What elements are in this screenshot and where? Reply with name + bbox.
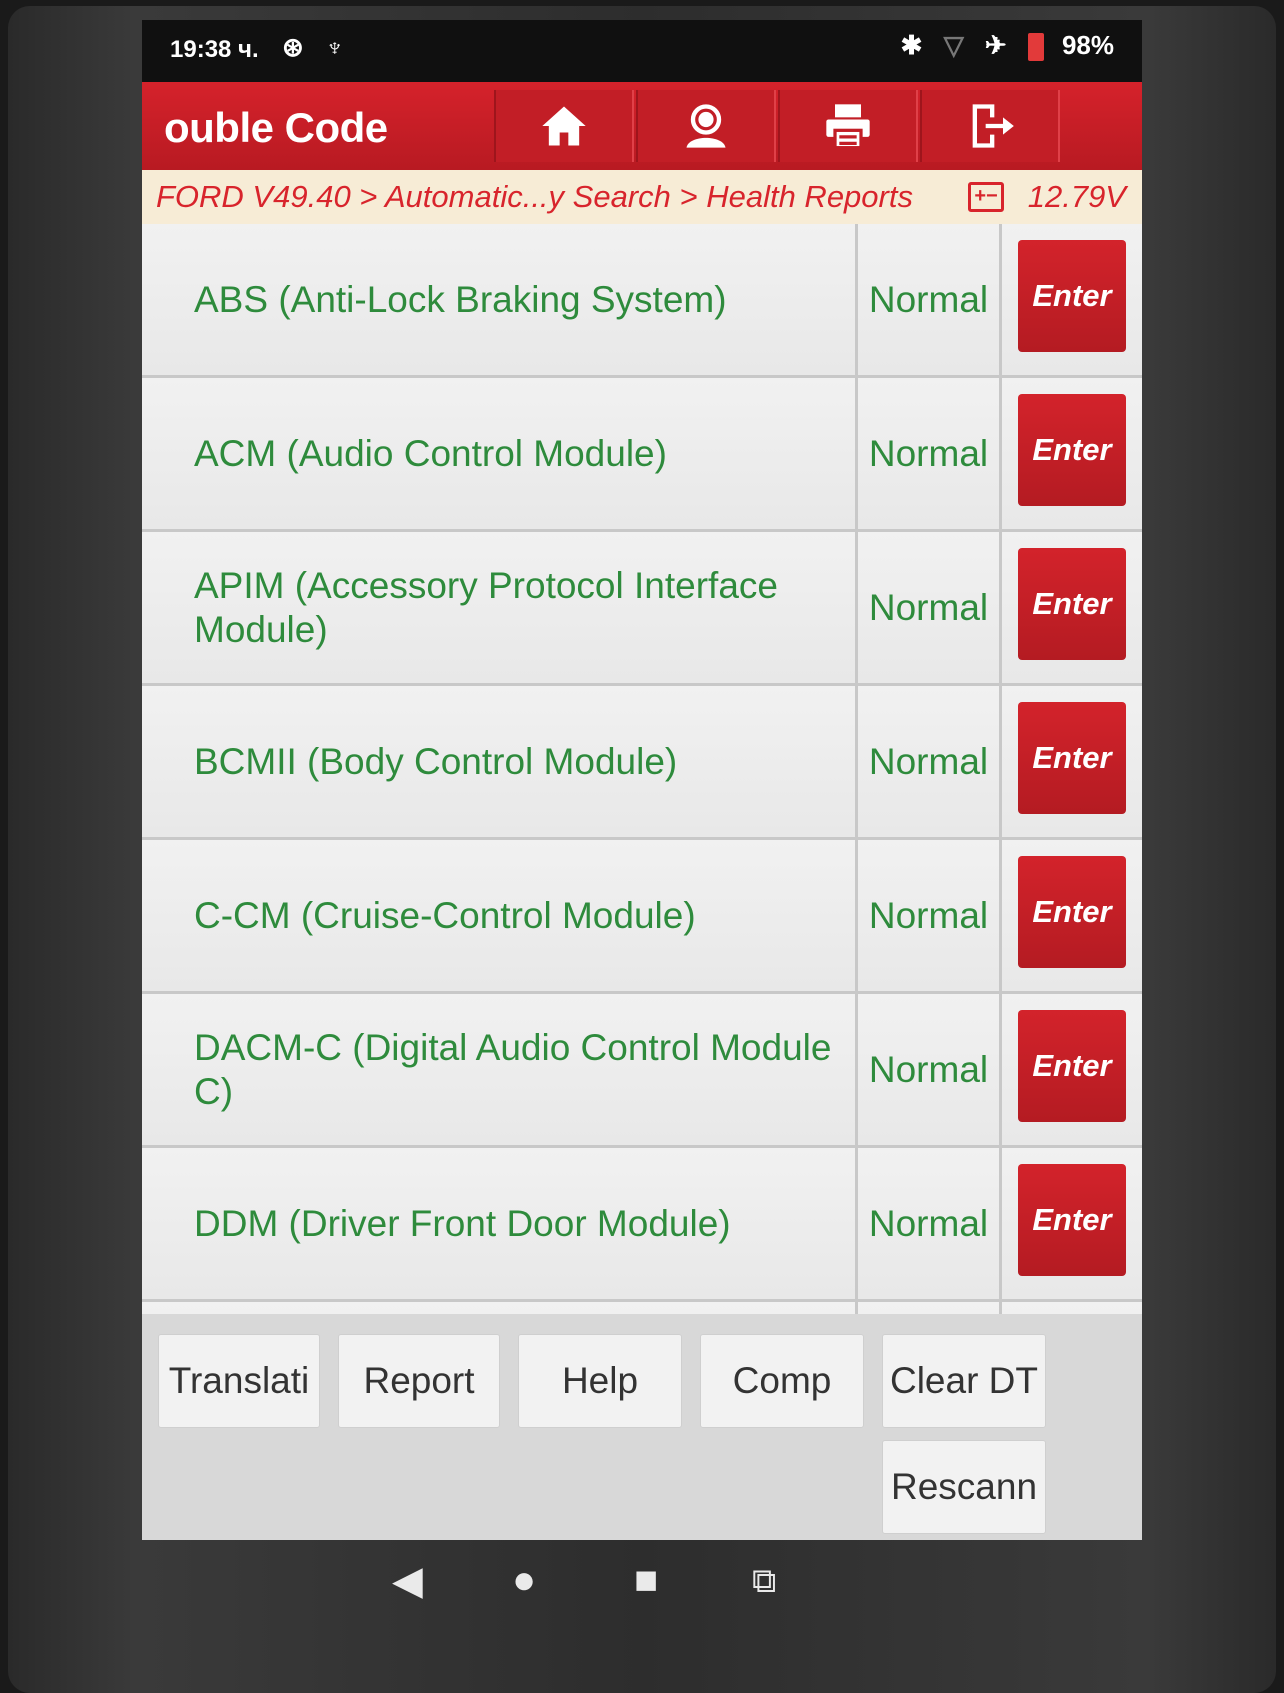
support-icon [686, 104, 726, 148]
screenshot-icon[interactable]: ⧉ [752, 1562, 776, 1601]
list-item: BCMII (Body Control Module) Normal Enter [142, 686, 1142, 840]
clear-dtc-button[interactable]: Clear DT [882, 1334, 1046, 1428]
enter-button[interactable]: Enter [1018, 856, 1126, 968]
battery-icon: +− [968, 182, 1004, 212]
print-button[interactable] [778, 90, 918, 162]
exit-button[interactable] [920, 90, 1060, 162]
list-item: ACM (Audio Control Module) Normal Enter [142, 378, 1142, 532]
module-name: APIM (Accessory Protocol Interface Modul… [142, 532, 858, 683]
enter-button[interactable]: Enter [1018, 548, 1126, 660]
breadcrumb-path: FORD V49.40 > Automatic...y Search > Hea… [156, 179, 913, 214]
module-name: C-CM (Cruise-Control Module) [142, 840, 858, 991]
module-status: Normal [858, 532, 1002, 683]
app-header: ouble Code [142, 82, 1142, 170]
enter-button[interactable]: Enter [1018, 1164, 1126, 1276]
status-right-icons: ✱ ▽ ✈ 98% [887, 30, 1114, 62]
module-name: DACM-C (Digital Audio Control Module C) [142, 994, 858, 1145]
module-name: ABS (Anti-Lock Braking System) [142, 224, 858, 375]
translate-button[interactable]: Translati [158, 1334, 320, 1428]
module-status: Normal [858, 994, 1002, 1145]
battery-status: 98% [1027, 30, 1114, 62]
list-item: C-CM (Cruise-Control Module) Normal Ente… [142, 840, 1142, 994]
module-status: Normal [858, 378, 1002, 529]
help-button[interactable]: Help [518, 1334, 682, 1428]
rescan-button[interactable]: Rescann [882, 1440, 1046, 1534]
print-icon [826, 104, 870, 150]
support-button[interactable] [636, 90, 776, 162]
alarm-icon: ⊛ [282, 32, 304, 62]
list-item: ABS (Anti-Lock Braking System) Normal En… [142, 224, 1142, 378]
list-item: APIM (Accessory Protocol Interface Modul… [142, 532, 1142, 686]
signal-icon: ▽ [943, 30, 964, 60]
module-name: DDM (Driver Front Door Module) [142, 1148, 858, 1299]
battery-level-icon [1027, 33, 1044, 62]
module-status: Normal [858, 686, 1002, 837]
enter-button[interactable]: Enter [1018, 394, 1126, 506]
module-status: Normal [858, 840, 1002, 991]
device-screen: 19:38 ч. ⊛ ♆ ✱ ▽ ✈ 98% ouble Code FORD V… [142, 20, 1142, 1540]
exit-icon [972, 104, 1014, 148]
enter-button[interactable]: Enter [1018, 1010, 1126, 1122]
stethoscope-icon: ♆ [325, 32, 345, 62]
airplane-icon: ✈ [984, 30, 1007, 60]
home-icon [542, 106, 586, 146]
battery-percent: 98% [1061, 30, 1114, 60]
module-status: Normal [858, 1148, 1002, 1299]
bottom-toolbar: Translati Report Help Comp Clear DT Resc… [142, 1314, 1142, 1540]
report-button[interactable]: Report [338, 1334, 500, 1428]
nav-home-button[interactable]: ● [512, 1558, 536, 1603]
compare-button[interactable]: Comp [700, 1334, 864, 1428]
module-name: ACM (Audio Control Module) [142, 378, 858, 529]
page-title: ouble Code [164, 104, 388, 151]
voltage-readout: 12.79V [1027, 179, 1126, 214]
back-button[interactable]: ◀ [392, 1558, 423, 1604]
bluetooth-icon: ✱ [900, 30, 923, 60]
home-button[interactable] [494, 90, 634, 162]
enter-button[interactable]: Enter [1018, 702, 1126, 814]
status-left-icons: ⊛ ♆ [282, 32, 359, 63]
status-time: 19:38 ч. [170, 36, 259, 63]
list-item: DACM-C (Digital Audio Control Module C) … [142, 994, 1142, 1148]
enter-button[interactable]: Enter [1018, 240, 1126, 352]
module-status: Normal [858, 224, 1002, 375]
module-list[interactable]: ABS (Anti-Lock Braking System) Normal En… [142, 224, 1142, 1332]
list-item: DDM (Driver Front Door Module) Normal En… [142, 1148, 1142, 1302]
breadcrumb: FORD V49.40 > Automatic...y Search > Hea… [142, 170, 1142, 224]
status-bar: 19:38 ч. ⊛ ♆ ✱ ▽ ✈ 98% [142, 20, 1142, 68]
recent-apps-button[interactable]: ■ [634, 1558, 658, 1603]
navigation-bar: ◀ ● ■ ⧉ [142, 1540, 1142, 1630]
module-name: BCMII (Body Control Module) [142, 686, 858, 837]
